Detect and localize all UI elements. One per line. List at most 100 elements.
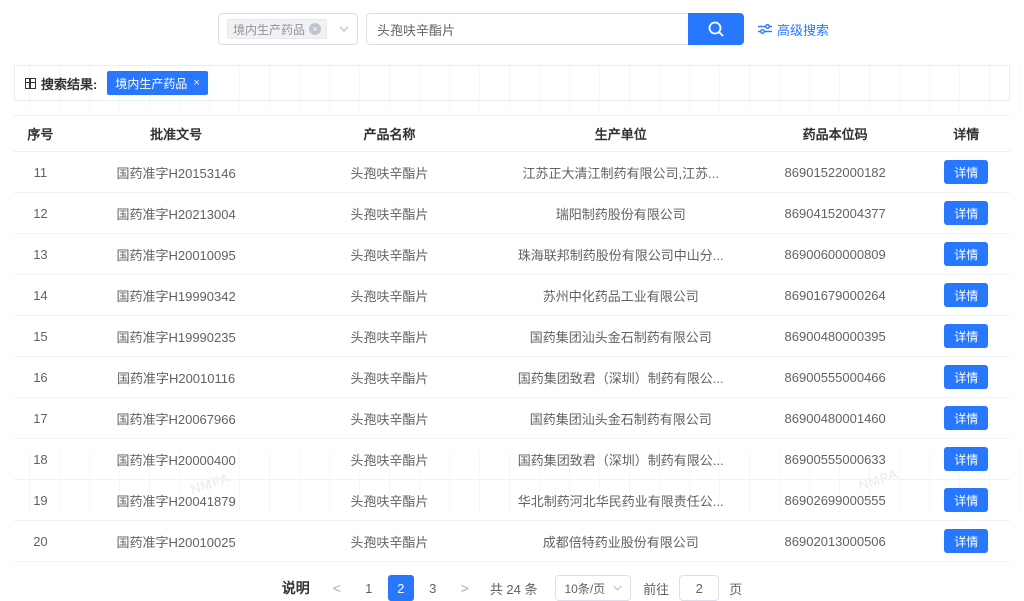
detail-button[interactable]: 详情: [944, 406, 988, 430]
approval-number: 国药准字H20010025: [67, 521, 286, 562]
approval-number: 国药准字H20067966: [67, 398, 286, 439]
results-label-text: 搜索结果:: [41, 74, 97, 93]
goto-label: 前往: [643, 579, 669, 598]
detail-button[interactable]: 详情: [944, 160, 988, 184]
chevron-down-icon: [613, 585, 622, 591]
product-name: 头孢呋辛酯片: [285, 439, 493, 480]
manufacturer: 国药集团致君（深圳）制药有限公...: [494, 357, 748, 398]
detail-cell: 详情: [923, 193, 1010, 234]
approval-number: 国药准字H20000400: [67, 439, 286, 480]
table-row: 12国药准字H20213004头孢呋辛酯片瑞阳制药股份有限公司869041520…: [14, 193, 1010, 234]
detail-cell: 详情: [923, 521, 1010, 562]
product-name: 头孢呋辛酯片: [285, 357, 493, 398]
page-button-3[interactable]: 3: [420, 575, 446, 601]
manufacturer: 国药集团致君（深圳）制药有限公...: [494, 439, 748, 480]
results-label: 搜索结果:: [25, 74, 97, 93]
product-name: 头孢呋辛酯片: [285, 480, 493, 521]
product-name: 头孢呋辛酯片: [285, 316, 493, 357]
results-table: 序号批准文号产品名称生产单位药品本位码详情 11国药准字H20153146头孢呋…: [14, 115, 1010, 562]
detail-cell: 详情: [923, 275, 1010, 316]
result-filter-tag: 境内生产药品 ×: [107, 71, 207, 95]
manufacturer: 苏州中化药品工业有限公司: [494, 275, 748, 316]
drug-code: 86902013000506: [748, 521, 923, 562]
result-tag-close-icon[interactable]: ×: [193, 77, 199, 89]
page-button-2[interactable]: 2: [388, 575, 414, 601]
approval-number: 国药准字H20153146: [67, 152, 286, 193]
filter-sliders-icon: [758, 23, 772, 35]
product-name: 头孢呋辛酯片: [285, 275, 493, 316]
row-number: 15: [14, 316, 67, 357]
category-tag: 境内生产药品 ×: [227, 19, 327, 39]
manufacturer: 珠海联邦制药股份有限公司中山分...: [494, 234, 748, 275]
table-row: 11国药准字H20153146头孢呋辛酯片江苏正大清江制药有限公司,江苏...8…: [14, 152, 1010, 193]
detail-cell: 详情: [923, 152, 1010, 193]
column-header-code: 药品本位码: [748, 116, 923, 152]
column-header-approval: 批准文号: [67, 116, 286, 152]
table-row: 16国药准字H20010116头孢呋辛酯片国药集团致君（深圳）制药有限公...8…: [14, 357, 1010, 398]
advanced-search-link[interactable]: 高级搜索: [758, 20, 829, 39]
page-size-select[interactable]: 10条/页: [555, 575, 631, 601]
manufacturer: 国药集团汕头金石制药有限公司: [494, 316, 748, 357]
detail-button[interactable]: 详情: [944, 201, 988, 225]
manufacturer: 国药集团汕头金石制药有限公司: [494, 398, 748, 439]
table-row: 20国药准字H20010025头孢呋辛酯片成都倍特药业股份有限公司8690201…: [14, 521, 1010, 562]
search-bar: 境内生产药品 × 高级搜索: [0, 0, 1024, 45]
row-number: 19: [14, 480, 67, 521]
column-header-no: 序号: [14, 116, 67, 152]
page-button-1[interactable]: 1: [356, 575, 382, 601]
table-row: 15国药准字H19990235头孢呋辛酯片国药集团汕头金石制药有限公司86900…: [14, 316, 1010, 357]
approval-number: 国药准字H19990342: [67, 275, 286, 316]
page-size-value: 10条/页: [564, 580, 605, 597]
drug-code: 86901679000264: [748, 275, 923, 316]
drug-code: 86900480000395: [748, 316, 923, 357]
detail-button[interactable]: 详情: [944, 365, 988, 389]
detail-button[interactable]: 详情: [944, 283, 988, 307]
category-tag-label: 境内生产药品: [233, 21, 305, 38]
chevron-down-icon: [339, 26, 349, 32]
table-row: 17国药准字H20067966头孢呋辛酯片国药集团汕头金石制药有限公司86900…: [14, 398, 1010, 439]
detail-button[interactable]: 详情: [944, 529, 988, 553]
advanced-search-label: 高级搜索: [777, 20, 829, 39]
result-filter-tag-label: 境内生产药品: [115, 75, 187, 92]
column-header-product: 产品名称: [285, 116, 493, 152]
table-row: 18国药准字H20000400头孢呋辛酯片国药集团致君（深圳）制药有限公...8…: [14, 439, 1010, 480]
manufacturer: 瑞阳制药股份有限公司: [494, 193, 748, 234]
column-header-manufacturer: 生产单位: [494, 116, 748, 152]
row-number: 13: [14, 234, 67, 275]
category-select[interactable]: 境内生产药品 ×: [218, 13, 358, 45]
detail-cell: 详情: [923, 234, 1010, 275]
table-header-row: 序号批准文号产品名称生产单位药品本位码详情: [14, 116, 1010, 152]
goto-unit: 页: [729, 579, 742, 598]
table-row: 19国药准字H20041879头孢呋辛酯片华北制药河北华民药业有限责任公...8…: [14, 480, 1010, 521]
detail-cell: 详情: [923, 357, 1010, 398]
manufacturer: 成都倍特药业股份有限公司: [494, 521, 748, 562]
detail-button[interactable]: 详情: [944, 242, 988, 266]
page-numbers: 123: [356, 575, 446, 601]
drug-code: 86900555000633: [748, 439, 923, 480]
column-header-detail: 详情: [923, 116, 1010, 152]
results-bar: 搜索结果: 境内生产药品 ×: [14, 65, 1010, 101]
detail-button[interactable]: 详情: [944, 324, 988, 348]
product-name: 头孢呋辛酯片: [285, 521, 493, 562]
approval-number: 国药准字H20010095: [67, 234, 286, 275]
drug-code: 86900600000809: [748, 234, 923, 275]
pagination: 说明 < 123 > 共 24 条 10条/页 前往 页: [0, 575, 1024, 601]
search-button[interactable]: [688, 13, 744, 45]
product-name: 头孢呋辛酯片: [285, 398, 493, 439]
detail-cell: 详情: [923, 480, 1010, 521]
row-number: 20: [14, 521, 67, 562]
detail-button[interactable]: 详情: [944, 447, 988, 471]
prev-page-button[interactable]: <: [324, 575, 350, 601]
search-input[interactable]: [366, 13, 688, 45]
row-number: 11: [14, 152, 67, 193]
drug-code: 86902699000555: [748, 480, 923, 521]
row-number: 12: [14, 193, 67, 234]
goto-page-input[interactable]: [679, 575, 719, 601]
table-body: 11国药准字H20153146头孢呋辛酯片江苏正大清江制药有限公司,江苏...8…: [14, 152, 1010, 562]
category-tag-close-icon[interactable]: ×: [309, 23, 321, 35]
row-number: 17: [14, 398, 67, 439]
detail-button[interactable]: 详情: [944, 488, 988, 512]
drug-code: 86901522000182: [748, 152, 923, 193]
next-page-button[interactable]: >: [452, 575, 478, 601]
pagination-note: 说明: [282, 578, 310, 598]
